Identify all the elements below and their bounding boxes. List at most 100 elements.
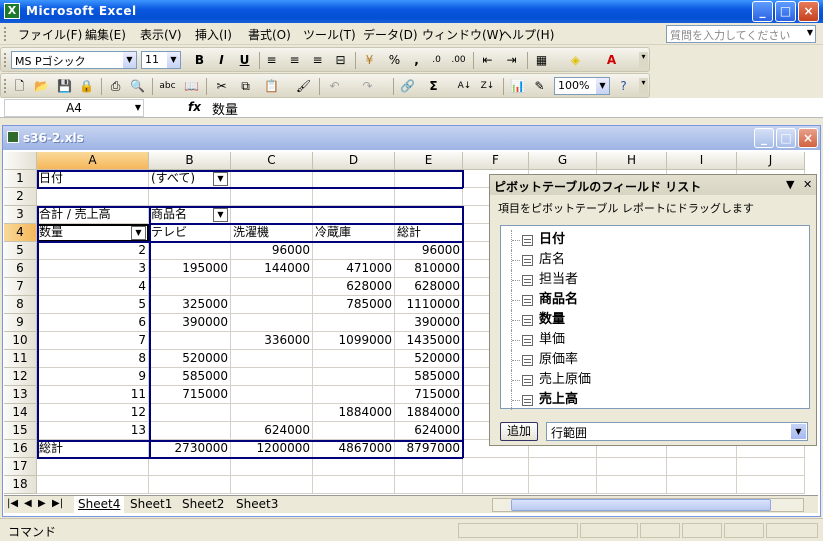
cell-c1[interactable] <box>231 170 313 188</box>
row-header-9[interactable]: 9 <box>4 314 37 332</box>
cell-i18[interactable] <box>667 476 737 494</box>
hyperlink-icon[interactable]: 🔗 <box>399 78 416 95</box>
menu-tools[interactable]: ツール(T) <box>303 26 356 43</box>
cell-b6[interactable]: 195000 <box>149 260 231 278</box>
minimize-button[interactable]: _ <box>752 1 773 22</box>
column-header-d[interactable]: D <box>313 152 395 170</box>
row-header-3[interactable]: 3 <box>4 206 37 224</box>
column-header-h[interactable]: H <box>597 152 667 170</box>
row-header-14[interactable]: 14 <box>4 404 37 422</box>
cell-a3[interactable]: 合計 / 売上高 <box>37 206 149 224</box>
menu-window[interactable]: ウィンドウ(W) <box>422 26 503 43</box>
chevron-down-icon[interactable]: ▼ <box>167 52 180 68</box>
cell-b13[interactable]: 715000 <box>149 386 231 404</box>
cell-d4[interactable]: 冷蔵庫 <box>313 224 395 242</box>
date-filter-dropdown-icon[interactable]: ▼ <box>213 172 228 186</box>
toolbar-options-icon[interactable]: ▾ <box>639 52 648 68</box>
column-header-b[interactable]: B <box>149 152 231 170</box>
menu-help[interactable]: ヘルプ(H) <box>500 26 554 43</box>
row-header-13[interactable]: 13 <box>4 386 37 404</box>
cell-a8[interactable]: 5 <box>37 296 149 314</box>
cell-e2[interactable] <box>395 188 463 206</box>
row-header-1[interactable]: 1 <box>4 170 37 188</box>
cell-d2[interactable] <box>313 188 395 206</box>
cell-c4[interactable]: 洗濯機 <box>231 224 313 242</box>
cell-e10[interactable]: 1435000 <box>395 332 463 350</box>
cell-d16[interactable]: 4867000 <box>313 440 395 458</box>
area-select[interactable]: 行範囲 ▼ <box>546 422 808 441</box>
cell-e4[interactable]: 総計 <box>395 224 463 242</box>
sheet-tab-sheet4[interactable]: Sheet4 <box>74 496 125 513</box>
sheet-tab-sheet2[interactable]: Sheet2 <box>178 496 228 513</box>
paste-icon[interactable]: 📋 <box>263 78 280 95</box>
cell-g18[interactable] <box>529 476 597 494</box>
font-size-select[interactable]: 11 ▼ <box>141 51 181 69</box>
cell-a10[interactable]: 7 <box>37 332 149 350</box>
row-header-6[interactable]: 6 <box>4 260 37 278</box>
column-header-e[interactable]: E <box>395 152 463 170</box>
close-button[interactable]: × <box>798 1 819 22</box>
cell-a7[interactable]: 4 <box>37 278 149 296</box>
cell-e12[interactable]: 585000 <box>395 368 463 386</box>
autosum-button[interactable]: Σ <box>425 78 442 95</box>
chevron-down-icon[interactable]: ▼ <box>596 78 609 94</box>
cell-f17[interactable] <box>463 458 529 476</box>
cell-i17[interactable] <box>667 458 737 476</box>
cell-b8[interactable]: 325000 <box>149 296 231 314</box>
chevron-down-icon[interactable]: ▼ <box>135 100 141 116</box>
workbook-close-button[interactable]: × <box>798 128 818 148</box>
cell-a11[interactable]: 8 <box>37 350 149 368</box>
column-header-a[interactable]: A <box>37 152 149 170</box>
cell-d10[interactable]: 1099000 <box>313 332 395 350</box>
cell-d17[interactable] <box>313 458 395 476</box>
cell-e3[interactable] <box>395 206 463 224</box>
align-center-icon[interactable]: ≡ <box>286 52 303 69</box>
font-select[interactable]: MS Pゴシック ▼ <box>11 51 137 69</box>
cell-h17[interactable] <box>597 458 667 476</box>
workbook-maximize-button[interactable]: □ <box>776 128 796 148</box>
pane-close-icon[interactable]: ✕ <box>803 178 812 191</box>
decrease-indent-icon[interactable]: ⇤ <box>479 52 496 69</box>
help-icon[interactable]: ? <box>615 78 632 95</box>
open-icon[interactable]: 📂 <box>33 78 50 95</box>
cell-c12[interactable] <box>231 368 313 386</box>
cell-b12[interactable]: 585000 <box>149 368 231 386</box>
cell-b16[interactable]: 2730000 <box>149 440 231 458</box>
cell-h18[interactable] <box>597 476 667 494</box>
cell-a5[interactable]: 2 <box>37 242 149 260</box>
cell-e15[interactable]: 624000 <box>395 422 463 440</box>
cell-a17[interactable] <box>37 458 149 476</box>
scrollbar-thumb[interactable] <box>511 499 771 511</box>
menu-edit[interactable]: 編集(E) <box>85 26 126 43</box>
cell-d9[interactable] <box>313 314 395 332</box>
cell-d5[interactable] <box>313 242 395 260</box>
cell-d8[interactable]: 785000 <box>313 296 395 314</box>
format-painter-icon[interactable]: 🖌 <box>295 78 312 95</box>
row-header-5[interactable]: 5 <box>4 242 37 260</box>
cell-b14[interactable] <box>149 404 231 422</box>
quantity-filter-dropdown-icon[interactable]: ▼ <box>131 226 146 240</box>
cell-e11[interactable]: 520000 <box>395 350 463 368</box>
sort-descending-icon[interactable]: Z↓ <box>479 78 496 95</box>
cell-b4[interactable]: テレビ <box>149 224 231 242</box>
menu-insert[interactable]: 挿入(I) <box>195 26 232 43</box>
align-left-icon[interactable]: ≡ <box>263 52 280 69</box>
percent-button[interactable]: % <box>386 52 403 69</box>
cell-c17[interactable] <box>231 458 313 476</box>
spelling-icon[interactable]: abc <box>159 78 176 95</box>
cell-g17[interactable] <box>529 458 597 476</box>
select-all-corner[interactable] <box>4 152 37 170</box>
first-sheet-icon[interactable]: |◀ <box>7 498 18 509</box>
cell-a15[interactable]: 13 <box>37 422 149 440</box>
italic-button[interactable]: I <box>213 52 230 69</box>
row-header-11[interactable]: 11 <box>4 350 37 368</box>
column-header-g[interactable]: G <box>529 152 597 170</box>
cell-a16[interactable]: 総計 <box>37 440 149 458</box>
cell-d6[interactable]: 471000 <box>313 260 395 278</box>
cell-c5[interactable]: 96000 <box>231 242 313 260</box>
cell-e13[interactable]: 715000 <box>395 386 463 404</box>
row-header-7[interactable]: 7 <box>4 278 37 296</box>
row-header-10[interactable]: 10 <box>4 332 37 350</box>
copy-icon[interactable]: ⧉ <box>237 78 254 95</box>
menu-data[interactable]: データ(D) <box>363 26 418 43</box>
